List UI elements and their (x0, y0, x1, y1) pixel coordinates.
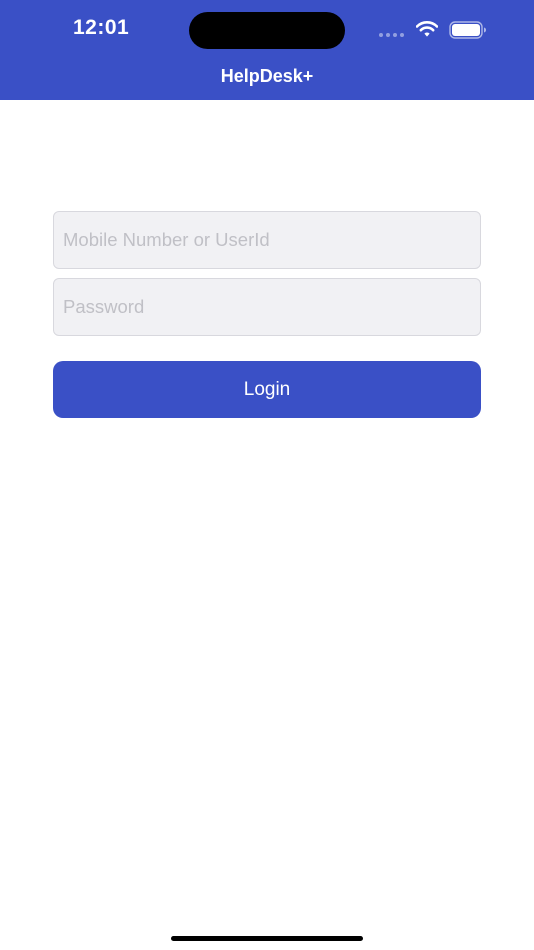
page-title: HelpDesk+ (220, 66, 314, 86)
battery-icon (449, 21, 486, 39)
wifi-icon (416, 21, 438, 37)
app-header: 12:01 HelpDesk+ (0, 0, 534, 100)
login-button[interactable]: Login (53, 361, 481, 418)
password-input[interactable] (53, 278, 481, 336)
dynamic-island (189, 12, 345, 49)
home-indicator (171, 936, 363, 941)
status-time: 12:01 (73, 16, 130, 39)
user-id-input[interactable] (53, 211, 481, 269)
login-screen: 12:01 HelpDesk+ Login (0, 0, 534, 950)
signal-dots-icon (379, 33, 404, 37)
